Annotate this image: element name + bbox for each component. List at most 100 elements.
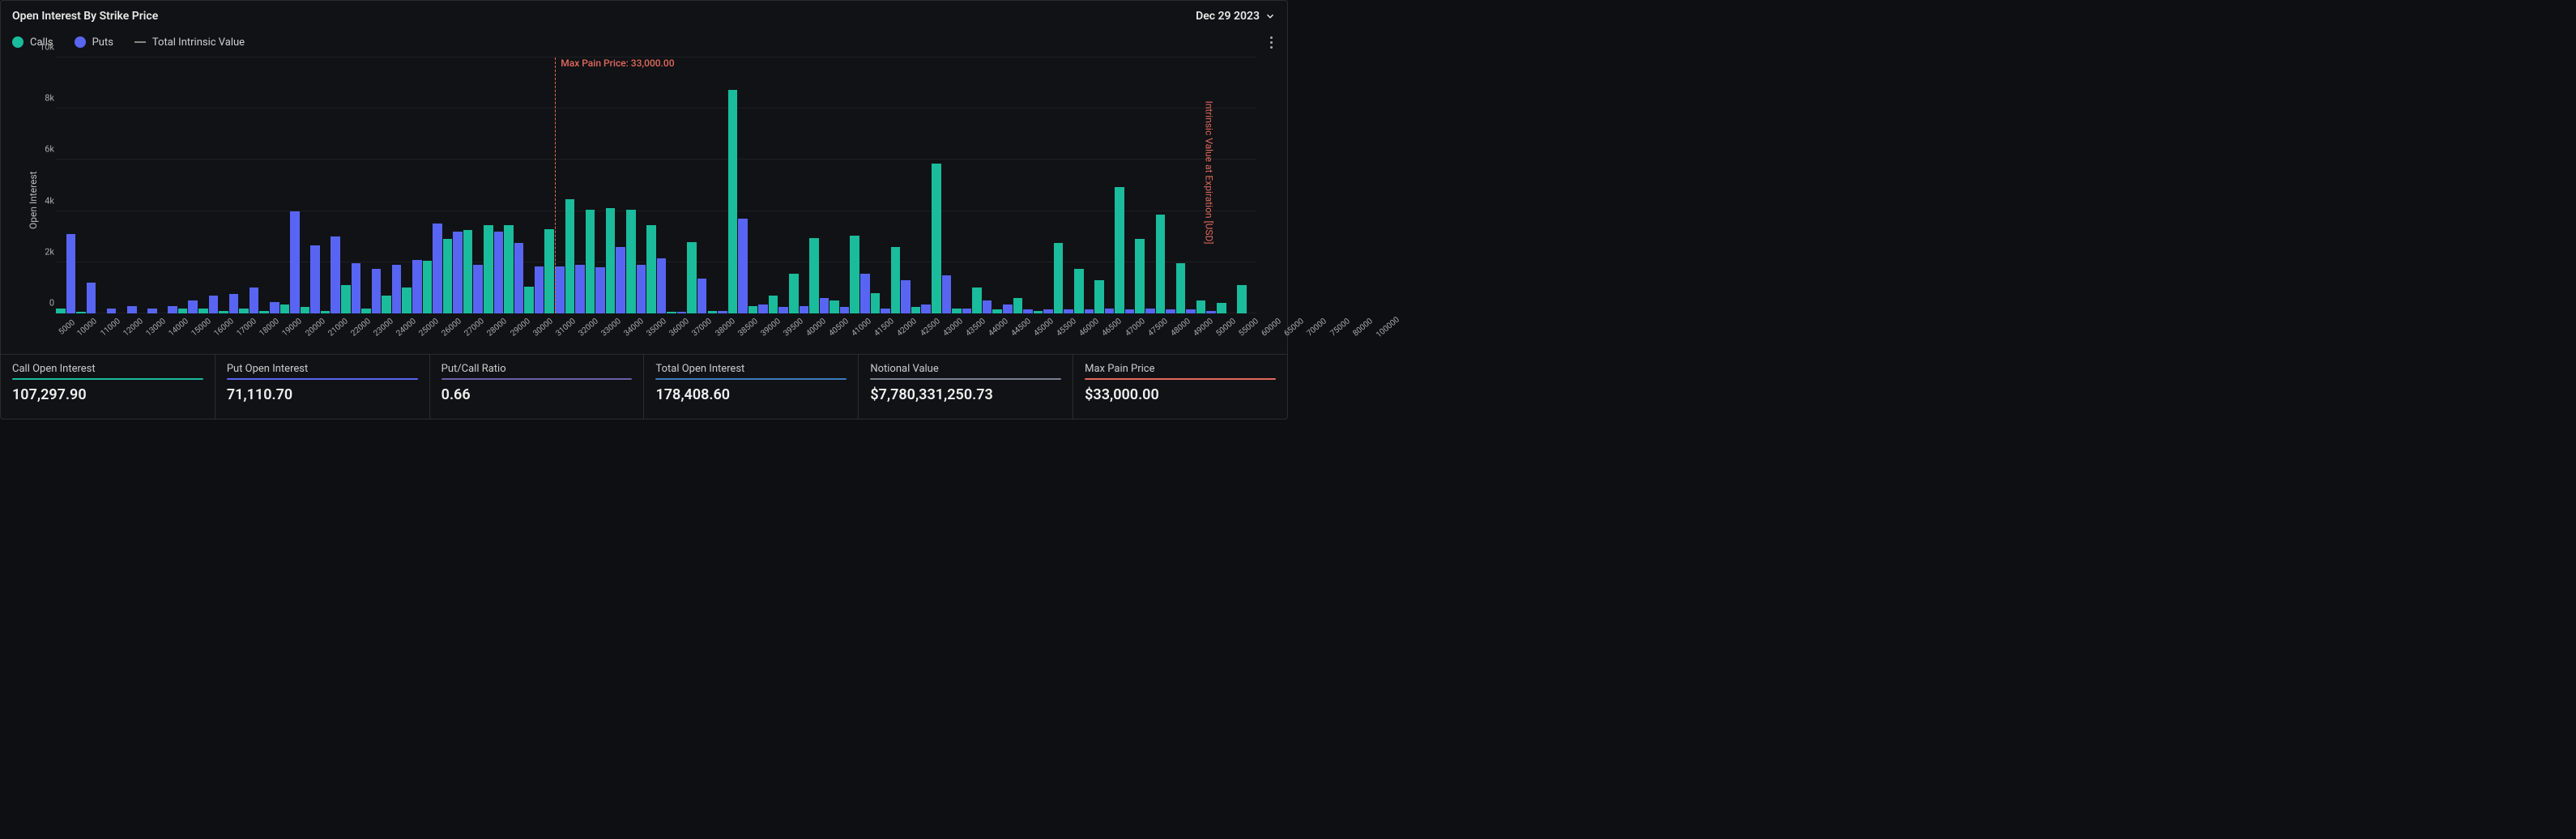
bar-put[interactable]: [87, 283, 96, 313]
bar-put[interactable]: [1043, 309, 1053, 313]
bar-put[interactable]: [881, 309, 890, 313]
bar-call[interactable]: [1034, 311, 1043, 313]
bar-group[interactable]: [1196, 57, 1216, 313]
bar-put[interactable]: [535, 266, 544, 313]
bar-put[interactable]: [778, 307, 788, 313]
chart-menu-button[interactable]: [1267, 33, 1276, 52]
bar-group[interactable]: [484, 57, 503, 313]
bar-call[interactable]: [992, 309, 1002, 313]
bar-group[interactable]: [443, 57, 463, 313]
bar-group[interactable]: [626, 57, 646, 313]
bar-group[interactable]: [1176, 57, 1196, 313]
bar-put[interactable]: [107, 309, 117, 313]
bar-call[interactable]: [1135, 239, 1145, 313]
bar-call[interactable]: [646, 225, 656, 313]
bar-group[interactable]: [871, 57, 890, 313]
bar-group[interactable]: [341, 57, 360, 313]
chart-plot[interactable]: 02k4k6k8k10k 500010000110001200013000140…: [33, 54, 1263, 351]
bar-call[interactable]: [789, 274, 799, 313]
bar-group[interactable]: [361, 57, 381, 313]
bar-put[interactable]: [758, 305, 768, 313]
bar-put[interactable]: [392, 265, 402, 313]
bar-put[interactable]: [229, 294, 239, 313]
bar-group[interactable]: [198, 57, 218, 313]
bar-put[interactable]: [168, 306, 177, 313]
bar-group[interactable]: [972, 57, 992, 313]
bar-group[interactable]: [952, 57, 971, 313]
bar-call[interactable]: [809, 238, 819, 313]
bar-group[interactable]: [748, 57, 768, 313]
bar-group[interactable]: [280, 57, 300, 313]
bar-call[interactable]: [443, 239, 453, 313]
bar-put[interactable]: [1206, 311, 1216, 313]
bar-put[interactable]: [1064, 309, 1073, 313]
bar-group[interactable]: [56, 57, 75, 313]
bar-put[interactable]: [962, 309, 972, 313]
bar-group[interactable]: [1237, 57, 1256, 313]
bar-put[interactable]: [1145, 309, 1155, 313]
bar-call[interactable]: [56, 309, 66, 313]
bar-group[interactable]: [891, 57, 911, 313]
bar-call[interactable]: [301, 307, 310, 313]
bar-group[interactable]: [789, 57, 808, 313]
expiry-date-selector[interactable]: Dec 29 2023: [1196, 10, 1276, 23]
bar-put[interactable]: [697, 279, 707, 313]
bar-group[interactable]: [382, 57, 401, 313]
bar-put[interactable]: [616, 247, 625, 313]
bar-group[interactable]: [158, 57, 177, 313]
bar-put[interactable]: [209, 296, 219, 313]
bar-put[interactable]: [901, 280, 911, 313]
bar-call[interactable]: [239, 309, 249, 313]
bar-call[interactable]: [463, 230, 473, 313]
legend-item-puts[interactable]: Puts: [75, 36, 113, 49]
bar-put[interactable]: [331, 236, 340, 313]
bar-group[interactable]: [76, 57, 96, 313]
bar-put[interactable]: [433, 224, 442, 313]
bar-call[interactable]: [952, 309, 962, 313]
bar-call[interactable]: [850, 236, 859, 313]
bar-call[interactable]: [626, 210, 636, 313]
bar-group[interactable]: [1034, 57, 1053, 313]
bar-call[interactable]: [321, 311, 331, 313]
bar-put[interactable]: [290, 211, 300, 313]
bar-group[interactable]: [1094, 57, 1114, 313]
bar-call[interactable]: [280, 305, 290, 313]
bar-group[interactable]: [992, 57, 1012, 313]
bar-put[interactable]: [412, 260, 422, 313]
bar-group[interactable]: [769, 57, 788, 313]
bar-group[interactable]: [463, 57, 483, 313]
bar-put[interactable]: [1023, 309, 1033, 313]
bar-group[interactable]: [1135, 57, 1154, 313]
bar-group[interactable]: [239, 57, 258, 313]
bar-call[interactable]: [198, 309, 208, 313]
bar-call[interactable]: [708, 311, 718, 313]
bar-call[interactable]: [586, 210, 595, 313]
bar-call[interactable]: [1054, 243, 1064, 313]
bar-call[interactable]: [504, 225, 514, 313]
bar-group[interactable]: [932, 57, 951, 313]
bar-call[interactable]: [1074, 269, 1084, 313]
bar-put[interactable]: [453, 232, 463, 313]
bar-group[interactable]: [687, 57, 706, 313]
bar-put[interactable]: [1003, 305, 1013, 313]
bar-put[interactable]: [1186, 309, 1196, 313]
bar-group[interactable]: [321, 57, 340, 313]
bar-put[interactable]: [310, 245, 320, 313]
bar-call[interactable]: [1156, 215, 1166, 313]
bar-put[interactable]: [942, 275, 952, 313]
bar-group[interactable]: [301, 57, 320, 313]
bar-group[interactable]: [1013, 57, 1033, 313]
bar-group[interactable]: [504, 57, 523, 313]
bar-group[interactable]: [586, 57, 605, 313]
bar-group[interactable]: [423, 57, 442, 313]
bar-put[interactable]: [657, 258, 667, 313]
bar-put[interactable]: [800, 306, 809, 313]
bar-put[interactable]: [270, 302, 279, 313]
bar-group[interactable]: [1115, 57, 1134, 313]
bar-put[interactable]: [127, 306, 137, 313]
bar-group[interactable]: [911, 57, 931, 313]
bar-put[interactable]: [1085, 309, 1094, 313]
bar-put[interactable]: [66, 234, 76, 313]
bar-group[interactable]: [728, 57, 748, 313]
bar-group[interactable]: [138, 57, 157, 313]
